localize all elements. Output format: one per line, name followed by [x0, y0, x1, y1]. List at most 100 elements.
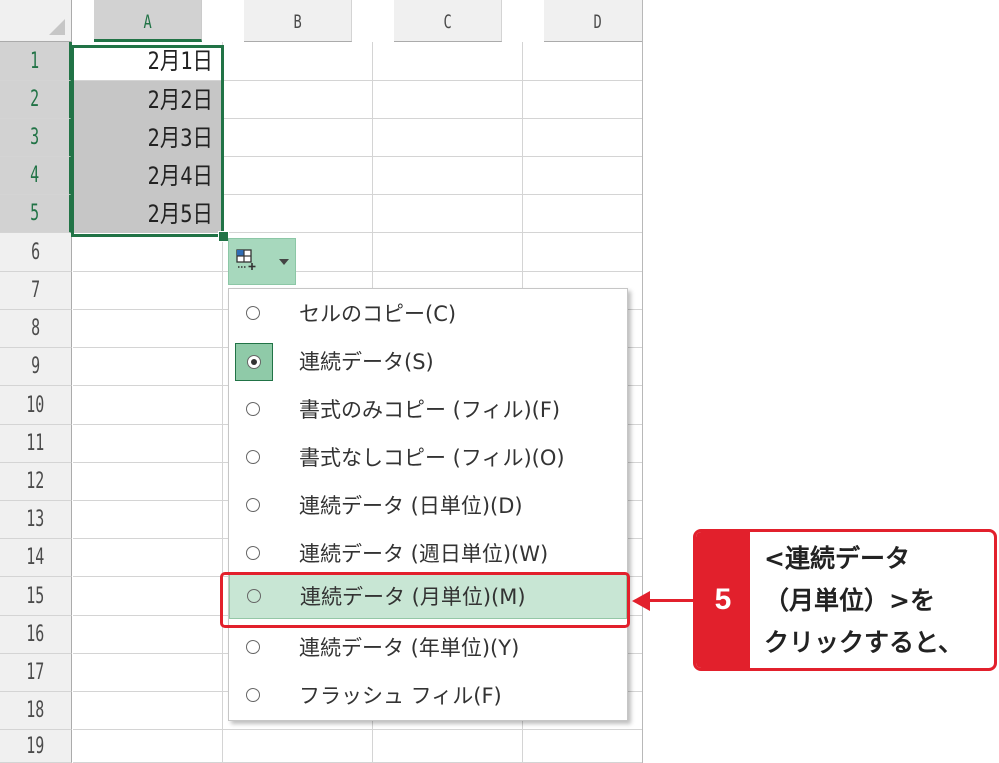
menu-item-label: セルのコピー(C) — [299, 302, 457, 326]
menu-item[interactable]: 連続データ (年単位)(Y) — [229, 625, 627, 671]
radio-icon — [246, 546, 260, 560]
row-number: 17 — [26, 660, 45, 685]
menu-item-label: 連続データ (日単位)(D) — [299, 494, 523, 518]
cell[interactable] — [373, 42, 523, 81]
callout-line: <連続データ — [764, 544, 910, 573]
row-header[interactable]: 12 — [0, 463, 72, 501]
column-header-d[interactable]: D — [544, 0, 642, 42]
row-header[interactable]: 9 — [0, 348, 72, 386]
row-number: 18 — [26, 698, 45, 723]
radio-icon — [246, 306, 260, 320]
menu-item-label: 書式なしコピー (フィル)(O) — [299, 446, 565, 470]
cell[interactable] — [523, 119, 642, 157]
cell[interactable] — [223, 119, 373, 157]
cell[interactable] — [373, 730, 523, 763]
row-header[interactable]: 19 — [0, 730, 72, 763]
radio-icon — [246, 640, 260, 654]
cell[interactable] — [223, 81, 373, 119]
cell[interactable] — [73, 654, 223, 692]
menu-item[interactable]: 書式なしコピー (フィル)(O) — [229, 435, 627, 481]
auto-fill-options-icon — [236, 249, 256, 270]
radio-icon — [246, 498, 260, 512]
cell[interactable] — [223, 157, 373, 195]
cell[interactable] — [73, 425, 223, 463]
cell[interactable] — [73, 233, 223, 272]
cell[interactable] — [523, 42, 642, 81]
row-header[interactable]: 6 — [0, 233, 72, 272]
cell[interactable] — [73, 310, 223, 348]
column-header-a[interactable]: A — [94, 0, 202, 42]
row-number: 15 — [26, 584, 45, 609]
row-header[interactable]: 14 — [0, 539, 72, 577]
step-number: 5 — [696, 532, 750, 668]
cell[interactable] — [523, 157, 642, 195]
cell[interactable] — [523, 730, 642, 763]
row-number: 7 — [30, 278, 41, 303]
row-header[interactable]: 15 — [0, 577, 72, 616]
menu-item[interactable]: フラッシュ フィル(F) — [229, 673, 627, 719]
row-header[interactable]: 2 — [0, 81, 72, 119]
cell[interactable] — [73, 539, 223, 577]
menu-item[interactable]: 連続データ(S) — [229, 339, 627, 385]
cell[interactable] — [73, 272, 223, 310]
menu-item-label: 連続データ (年単位)(Y) — [299, 636, 520, 660]
row-number: 4 — [29, 163, 40, 188]
cell[interactable] — [73, 348, 223, 386]
cell[interactable] — [73, 730, 223, 763]
column-header-c[interactable]: C — [394, 0, 502, 42]
cell[interactable] — [73, 386, 223, 425]
column-header-b[interactable]: B — [244, 0, 352, 42]
radio-icon — [246, 688, 260, 702]
cell[interactable] — [523, 233, 642, 272]
cell[interactable] — [373, 195, 523, 233]
radio-selected-box — [235, 343, 273, 381]
radio-icon — [246, 450, 260, 464]
cell[interactable] — [223, 195, 373, 233]
cell[interactable] — [73, 616, 223, 654]
row-number: 16 — [26, 622, 45, 647]
cell[interactable] — [373, 233, 523, 272]
auto-fill-options-button[interactable] — [228, 238, 296, 285]
select-all-corner[interactable] — [0, 0, 72, 42]
row-header[interactable]: 5 — [0, 195, 72, 233]
row-header[interactable]: 17 — [0, 654, 72, 692]
cell[interactable] — [523, 195, 642, 233]
row-number: 5 — [29, 201, 40, 226]
callout-line: クリックすると、 — [764, 628, 964, 657]
cell[interactable] — [73, 692, 223, 730]
menu-item[interactable]: 書式のみコピー (フィル)(F) — [229, 387, 627, 433]
cell[interactable] — [523, 81, 642, 119]
cell[interactable] — [73, 501, 223, 539]
row-header[interactable]: 3 — [0, 119, 72, 157]
cell[interactable] — [223, 730, 373, 763]
row-header[interactable]: 18 — [0, 692, 72, 730]
row-header[interactable]: 16 — [0, 616, 72, 654]
cell[interactable] — [73, 463, 223, 501]
menu-item[interactable]: 連続データ (日単位)(D) — [229, 483, 627, 529]
row-header[interactable]: 4 — [0, 157, 72, 195]
row-header[interactable]: 8 — [0, 310, 72, 348]
row-header[interactable]: 11 — [0, 425, 72, 463]
menu-item-label: 書式のみコピー (フィル)(F) — [299, 398, 561, 422]
callout-line: （月単位）>を — [764, 586, 935, 615]
row-number: 2 — [29, 87, 40, 112]
menu-item[interactable]: 連続データ (週日単位)(W) — [229, 531, 627, 577]
callout-arrow-line — [650, 599, 694, 602]
row-number: 9 — [30, 354, 41, 379]
row-header[interactable]: 7 — [0, 272, 72, 310]
row-number: 11 — [26, 431, 45, 456]
menu-item[interactable]: セルのコピー(C) — [229, 291, 627, 337]
row-header[interactable]: 1 — [0, 42, 72, 81]
cell[interactable] — [373, 157, 523, 195]
cell[interactable] — [73, 577, 223, 616]
row-number: 10 — [26, 393, 45, 418]
row-header[interactable]: 13 — [0, 501, 72, 539]
highlight-frame — [220, 572, 630, 628]
row-number: 8 — [30, 316, 41, 341]
cell[interactable] — [223, 42, 373, 81]
cell[interactable] — [373, 119, 523, 157]
row-header[interactable]: 10 — [0, 386, 72, 425]
menu-item-label: 連続データ (週日単位)(W) — [299, 542, 549, 566]
cell[interactable] — [373, 81, 523, 119]
row-number: 13 — [26, 507, 45, 532]
